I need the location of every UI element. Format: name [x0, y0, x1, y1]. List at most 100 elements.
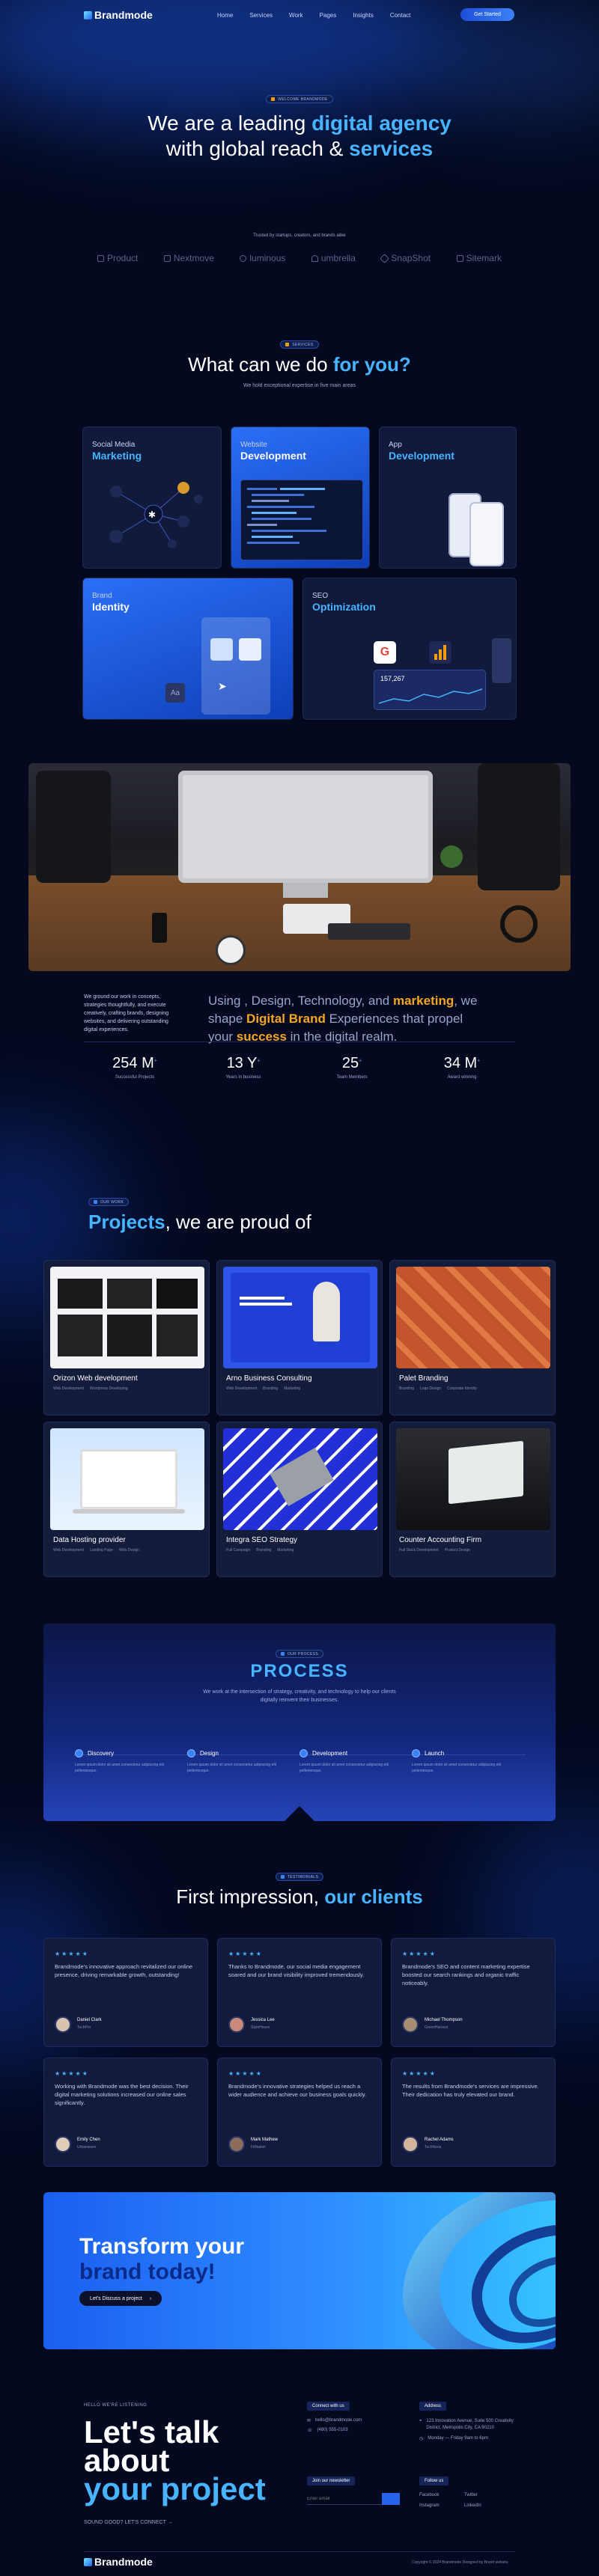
footer-phone[interactable]: ☏ (480) 555-0103: [307, 2428, 412, 2433]
social-facebook[interactable]: Facebook: [419, 2493, 464, 2497]
client-company: FitNation: [251, 2145, 267, 2150]
social-linkedin[interactable]: LinkedIn: [464, 2503, 509, 2508]
social-twitter[interactable]: Twitter: [464, 2493, 509, 2497]
about-statement: Using , Design, Technology, and marketin…: [208, 992, 523, 1046]
newsletter-submit-button[interactable]: [382, 2493, 400, 2505]
swirl-graphic: [403, 2192, 556, 2349]
phone-mockup-front: [469, 502, 504, 566]
service-card-web-development[interactable]: Website Development: [231, 426, 370, 569]
macro-pad: [328, 923, 410, 940]
stats-divider: [84, 1041, 515, 1042]
service-card-marketing[interactable]: Social Media Marketing ✱: [82, 426, 222, 569]
project-card[interactable]: Arno Business Consulting Web Development…: [216, 1260, 383, 1416]
project-image: [396, 1267, 550, 1368]
service-card-app-development[interactable]: App Development: [379, 426, 517, 569]
projects-title-b: , we are proud of: [165, 1211, 311, 1233]
client-company: GreenHarvest: [425, 2025, 449, 2030]
project-card[interactable]: Integra SEO Strategy Full Campaign Brandi…: [216, 1422, 383, 1577]
monitor: [178, 771, 433, 883]
testimonials-title-a: First impression,: [176, 1885, 325, 1908]
phone: [152, 913, 167, 943]
client-name: Michael Thompson: [425, 2018, 463, 2022]
step-dot-icon: [187, 1749, 195, 1757]
projects-title-a: Projects: [88, 1211, 165, 1233]
service-card-brand-identity[interactable]: Brand Identity Aa ➤: [82, 578, 294, 720]
footer-address: Address ⌖ 123 Innovation Avenue, Suite 50…: [419, 2402, 517, 2441]
brand-panel: [201, 617, 270, 715]
footer-email-text: hello@brandmode.com: [315, 2418, 362, 2423]
google-icon: G: [374, 641, 396, 664]
testimonials-title: First impression, our clients: [0, 1885, 599, 1909]
discuss-project-button[interactable]: Let's Discuss a project ›: [79, 2291, 162, 2306]
seo-side-panel: [492, 638, 511, 683]
process-step-development: Development Lorem ipsum dolor sit amet co…: [300, 1749, 412, 1774]
testimonials-title-b: our clients: [324, 1885, 423, 1908]
project-image: [223, 1267, 377, 1368]
process-title: PROCESS: [250, 1661, 349, 1681]
menu-contact[interactable]: Contact: [390, 12, 411, 19]
menu-home[interactable]: Home: [217, 12, 233, 19]
project-card[interactable]: Data Hosting provider Web Development Lan…: [43, 1422, 210, 1577]
code-editor-graphic: [240, 480, 363, 560]
services-title-b: for you?: [332, 353, 411, 376]
workspace-photo: [28, 763, 571, 971]
seo-value: 157,267: [380, 675, 405, 682]
about-line-1: Using , Design, Technology, and marketin…: [208, 992, 523, 1010]
rating-stars: ★★★★★: [402, 1951, 437, 1957]
stat-value: 25: [341, 1055, 359, 1071]
process-badge-text: OUR PROCESS: [287, 1651, 319, 1656]
brand-swatch-2: [239, 638, 261, 661]
stat-value: 34 M: [443, 1055, 478, 1071]
client-name: Daniel Clark: [77, 2018, 102, 2022]
brand-logo[interactable]: Brandmode: [84, 9, 153, 21]
testimonial-quote: Thanks to Brandmode, our social media en…: [228, 1963, 365, 1978]
project-card[interactable]: Counter Accounting Firm Full Stack Devel…: [389, 1422, 556, 1577]
footer-email[interactable]: ✉ hello@brandmode.com: [307, 2418, 412, 2423]
speaker-left: [36, 771, 111, 883]
avatar: [402, 2136, 419, 2153]
cta-title: Transform your brand today!: [79, 2234, 244, 2285]
about-line-2: shape Digital Brand Experiences that pro…: [208, 1010, 523, 1028]
project-tag: Branding: [263, 1386, 279, 1391]
service-card-seo[interactable]: SEO Optimization G 157,267: [302, 578, 517, 720]
avatar: [402, 2016, 419, 2033]
footer-logo[interactable]: Brandmode: [84, 2556, 153, 2568]
footer-hello: HELLO WE'RE LISTENING: [84, 2403, 148, 2408]
project-card[interactable]: Palet Branding Branding Logo Design Corpor…: [389, 1260, 556, 1416]
newsletter-email-input[interactable]: [307, 2493, 382, 2505]
brand-product-text: Product: [107, 253, 139, 263]
brand-sitemark-text: Sitemark: [466, 253, 502, 263]
copyright: Copyright © 2024 Brandmode Designed by B…: [412, 2560, 508, 2565]
footer-connect-link[interactable]: SOUND GOOD? LET'S CONNECT →: [84, 2520, 173, 2525]
service-top: App: [389, 441, 402, 449]
project-tag: Wordpress Developing: [90, 1386, 128, 1391]
testimonial-card: ★★★★★ The results from Brandmode's servic…: [391, 2058, 556, 2167]
menu-work[interactable]: Work: [289, 12, 303, 19]
menu-services[interactable]: Services: [249, 12, 273, 19]
rating-stars: ★★★★★: [228, 2070, 263, 2077]
social-instagram[interactable]: Instagram: [419, 2503, 464, 2508]
cta-line1: Transform your: [79, 2234, 245, 2259]
step-name: Launch: [425, 1750, 445, 1757]
menu-pages[interactable]: Pages: [320, 12, 337, 19]
stat-years: 13 Y+ Years in business: [187, 1055, 300, 1080]
project-card[interactable]: Orizon Web development Web Development Wo…: [43, 1260, 210, 1416]
menu-insights[interactable]: Insights: [353, 12, 374, 19]
testimonials-badge-text: TESTIMONIALS: [287, 1874, 319, 1879]
project-title: Palet Branding: [399, 1374, 449, 1383]
service-label: Social Media Marketing: [92, 441, 142, 462]
page: Brandmode Home Services Work Pages Insig…: [0, 0, 599, 2576]
about-intro: We ground our work in concepts, strategi…: [84, 994, 169, 1032]
discuss-project-label: Let's Discuss a project: [90, 2295, 142, 2301]
hero-badge: WELCOME BRANDMODE: [266, 95, 333, 103]
step-desc: Lorem ipsum dolor sit amet consectetur a…: [300, 1763, 389, 1773]
testimonial-card: ★★★★★ Brandmode's SEO and content marketi…: [391, 1938, 556, 2047]
svg-text:✱: ✱: [148, 510, 156, 520]
get-started-button[interactable]: Get Started: [460, 8, 514, 21]
brand-umbrella: umbrella: [311, 253, 356, 263]
footer-follow: Follow us Facebook Twitter Instagram Lin…: [419, 2476, 517, 2508]
project-image: [50, 1428, 204, 1530]
seo-chart-panel: 157,267: [374, 670, 486, 710]
social-links: Facebook Twitter Instagram LinkedIn: [419, 2493, 517, 2508]
project-tags: Branding Logo Design Corporate Identity: [399, 1386, 477, 1391]
